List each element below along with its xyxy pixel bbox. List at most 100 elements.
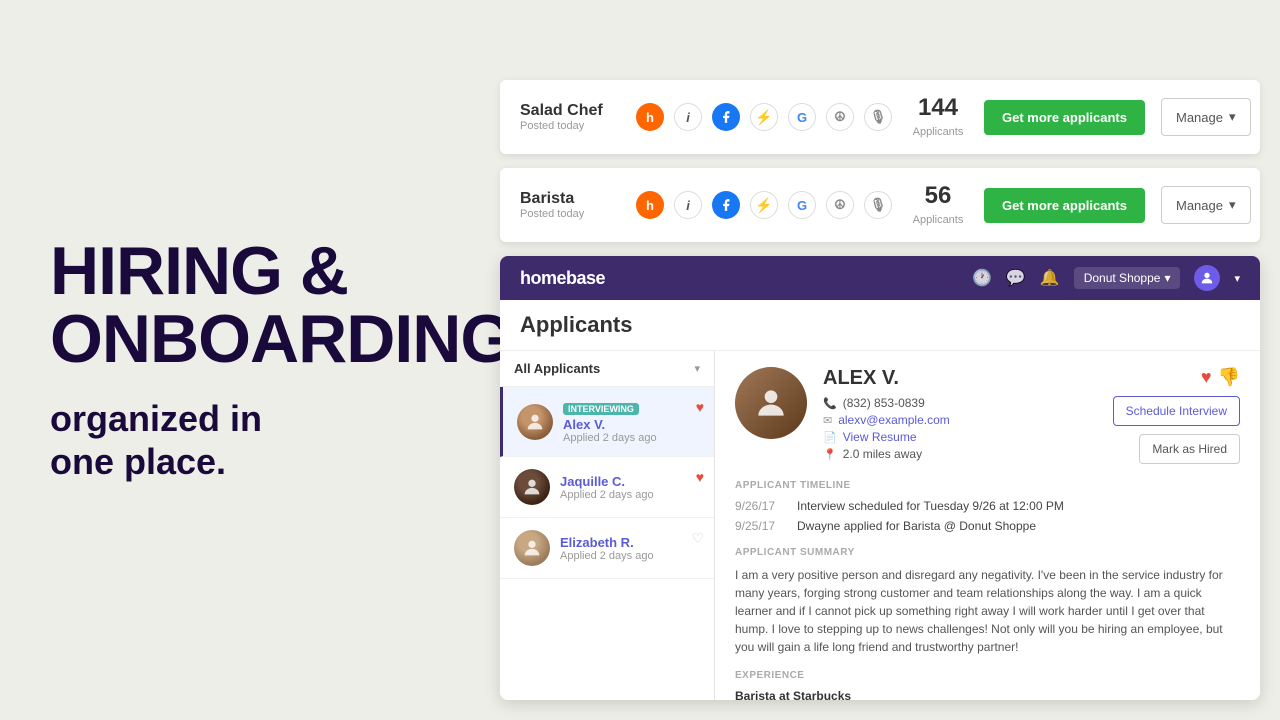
job-posted-barista: Posted today xyxy=(520,208,620,220)
applicant-applied-elizabeth: Applied 2 days ago xyxy=(560,550,700,562)
get-more-applicants-btn-barista[interactable]: Get more applicants xyxy=(984,188,1145,223)
job-posted-salad-chef: Posted today xyxy=(520,120,620,132)
list-filter-title: All Applicants xyxy=(514,361,600,376)
marketing-section: HIRING &ONBOARDING organized inone place… xyxy=(0,0,480,720)
job-title-barista: Barista xyxy=(520,190,620,208)
get-more-applicants-btn-salad-chef[interactable]: Get more applicants xyxy=(984,100,1145,135)
detail-actions: ♥ 👎 Schedule Interview Mark as Hired xyxy=(1113,367,1240,464)
google-icon-b: G xyxy=(788,191,816,219)
applicants-count-salad-chef: 144 Applicants xyxy=(908,94,968,140)
chevron-down-icon-b: ▾ xyxy=(1229,197,1236,213)
right-section: Salad Chef Posted today h i ⚡ G ☮ 🎙 144 … xyxy=(480,0,1280,720)
heart-filled-alex[interactable]: ♥ xyxy=(696,399,704,415)
user-avatar-header[interactable] xyxy=(1194,265,1220,291)
timeline-item-0: 9/26/17 Interview scheduled for Tuesday … xyxy=(735,499,1240,513)
mic-icon: 🎙 xyxy=(864,103,892,131)
facebook-icon-b xyxy=(712,191,740,219)
applicant-name-jaquille: Jaquille C. xyxy=(560,474,700,489)
job-card-salad-chef: Salad Chef Posted today h i ⚡ G ☮ 🎙 144 … xyxy=(500,80,1260,154)
summary-label: APPLICANT SUMMARY xyxy=(735,547,1240,558)
avatar-alex xyxy=(517,404,553,440)
resume-link[interactable]: View Resume xyxy=(843,430,917,444)
applicant-name-alex: Alex V. xyxy=(563,417,700,432)
hirequest-icon-b: h xyxy=(636,191,664,219)
job-icons-barista: h i ⚡ G ☮ 🎙 xyxy=(636,191,892,219)
subheadline: organized inone place. xyxy=(50,397,430,483)
homebase-header: homebase 🕐 💬 🔔 Donut Shoppe ▾ ▾ xyxy=(500,256,1260,300)
email-link[interactable]: alexv@example.com xyxy=(838,413,950,427)
detail-header: ALEX V. 📞 (832) 853-0839 ✉ alexv@example… xyxy=(735,367,1240,464)
timeline-label: APPLICANT TIMELINE xyxy=(735,480,1240,491)
list-header: All Applicants ▾ xyxy=(500,351,714,387)
avatar-elizabeth xyxy=(514,530,550,566)
doc-icon: 📄 xyxy=(823,431,837,444)
chevron-down-icon-store: ▾ xyxy=(1164,271,1170,285)
applicants-list: All Applicants ▾ INTERVIEWING Alex V. Ap… xyxy=(500,351,715,700)
job-icons-salad-chef: h i ⚡ G ☮ 🎙 xyxy=(636,103,892,131)
indeed-icon-b: i xyxy=(674,191,702,219)
store-badge[interactable]: Donut Shoppe ▾ xyxy=(1074,267,1181,289)
job-info-barista: Barista Posted today xyxy=(520,190,620,220)
mic-icon-b: 🎙 xyxy=(864,191,892,219)
schedule-interview-button[interactable]: Schedule Interview xyxy=(1113,396,1240,426)
applicant-meta-jaquille: Jaquille C. Applied 2 days ago xyxy=(560,474,700,501)
zip-recruiter-icon-b: ⚡ xyxy=(750,191,778,219)
mark-as-hired-button[interactable]: Mark as Hired xyxy=(1139,434,1240,464)
applicants-count-barista: 56 Applicants xyxy=(908,182,968,228)
peace-icon: ☮ xyxy=(826,103,854,131)
applicant-item-alex[interactable]: INTERVIEWING Alex V. Applied 2 days ago … xyxy=(500,387,714,457)
applicant-applied-alex: Applied 2 days ago xyxy=(563,432,700,444)
section-title: Applicants xyxy=(500,300,1260,351)
detail-avatar-alex xyxy=(735,367,807,439)
homebase-logo: homebase xyxy=(520,268,605,289)
summary-text: I am a very positive person and disregar… xyxy=(735,566,1240,656)
applicant-item-jaquille[interactable]: Jaquille C. Applied 2 days ago ♥ xyxy=(500,457,714,518)
chevron-down-icon: ▾ xyxy=(1229,109,1236,125)
heart-button[interactable]: ♥ xyxy=(1201,367,1212,388)
applicant-item-elizabeth[interactable]: Elizabeth R. Applied 2 days ago ♡ xyxy=(500,518,714,579)
notification-icon[interactable]: 🔔 xyxy=(1040,268,1060,288)
phone-icon: 📞 xyxy=(823,397,837,410)
email-icon: ✉ xyxy=(823,414,832,427)
job-info-salad-chef: Salad Chef Posted today xyxy=(520,102,620,132)
applicant-applied-jaquille: Applied 2 days ago xyxy=(560,489,700,501)
detail-email: ✉ alexv@example.com xyxy=(823,413,1097,427)
zip-recruiter-icon: ⚡ xyxy=(750,103,778,131)
applicant-meta-elizabeth: Elizabeth R. Applied 2 days ago xyxy=(560,535,700,562)
reaction-buttons: ♥ 👎 xyxy=(1201,367,1240,388)
chat-icon[interactable]: 💬 xyxy=(1006,268,1026,288)
homebase-panel: homebase 🕐 💬 🔔 Donut Shoppe ▾ ▾ Applican… xyxy=(500,256,1260,700)
indeed-icon: i xyxy=(674,103,702,131)
location-icon: 📍 xyxy=(823,448,837,461)
timeline-item-1: 9/25/17 Dwayne applied for Barista @ Don… xyxy=(735,519,1240,533)
applicant-detail: ALEX V. 📞 (832) 853-0839 ✉ alexv@example… xyxy=(715,351,1260,700)
hirequest-icon: h xyxy=(636,103,664,131)
manage-btn-salad-chef[interactable]: Manage ▾ xyxy=(1161,98,1251,136)
job-card-barista: Barista Posted today h i ⚡ G ☮ 🎙 56 Appl… xyxy=(500,168,1260,242)
applicant-name-elizabeth: Elizabeth R. xyxy=(560,535,700,550)
detail-distance: 📍 2.0 miles away xyxy=(823,447,1097,461)
detail-resume: 📄 View Resume xyxy=(823,430,1097,444)
heart-empty-elizabeth[interactable]: ♡ xyxy=(691,530,704,547)
facebook-icon xyxy=(712,103,740,131)
experience-item-0: Barista at Starbucks 2 years xyxy=(735,689,1240,700)
detail-info: ALEX V. 📞 (832) 853-0839 ✉ alexv@example… xyxy=(823,367,1097,464)
experience-label: EXPERIENCE xyxy=(735,670,1240,681)
manage-btn-barista[interactable]: Manage ▾ xyxy=(1161,186,1251,224)
google-icon: G xyxy=(788,103,816,131)
avatar-jaquille xyxy=(514,469,550,505)
heart-filled-jaquille[interactable]: ♥ xyxy=(696,469,704,485)
job-title-salad-chef: Salad Chef xyxy=(520,102,620,120)
detail-phone: 📞 (832) 853-0839 xyxy=(823,396,1097,410)
peace-icon-b: ☮ xyxy=(826,191,854,219)
interview-badge: INTERVIEWING xyxy=(563,403,639,415)
applicant-meta-alex: INTERVIEWING Alex V. Applied 2 days ago xyxy=(563,399,700,444)
detail-name: ALEX V. xyxy=(823,367,1097,390)
headline: HIRING &ONBOARDING xyxy=(50,237,430,373)
history-icon[interactable]: 🕐 xyxy=(972,268,992,288)
header-right: 🕐 💬 🔔 Donut Shoppe ▾ ▾ xyxy=(972,265,1240,291)
thumbdown-button[interactable]: 👎 xyxy=(1218,367,1240,388)
chevron-down-icon-user: ▾ xyxy=(1234,272,1240,285)
dropdown-arrow[interactable]: ▾ xyxy=(694,362,700,375)
hb-content: All Applicants ▾ INTERVIEWING Alex V. Ap… xyxy=(500,351,1260,700)
